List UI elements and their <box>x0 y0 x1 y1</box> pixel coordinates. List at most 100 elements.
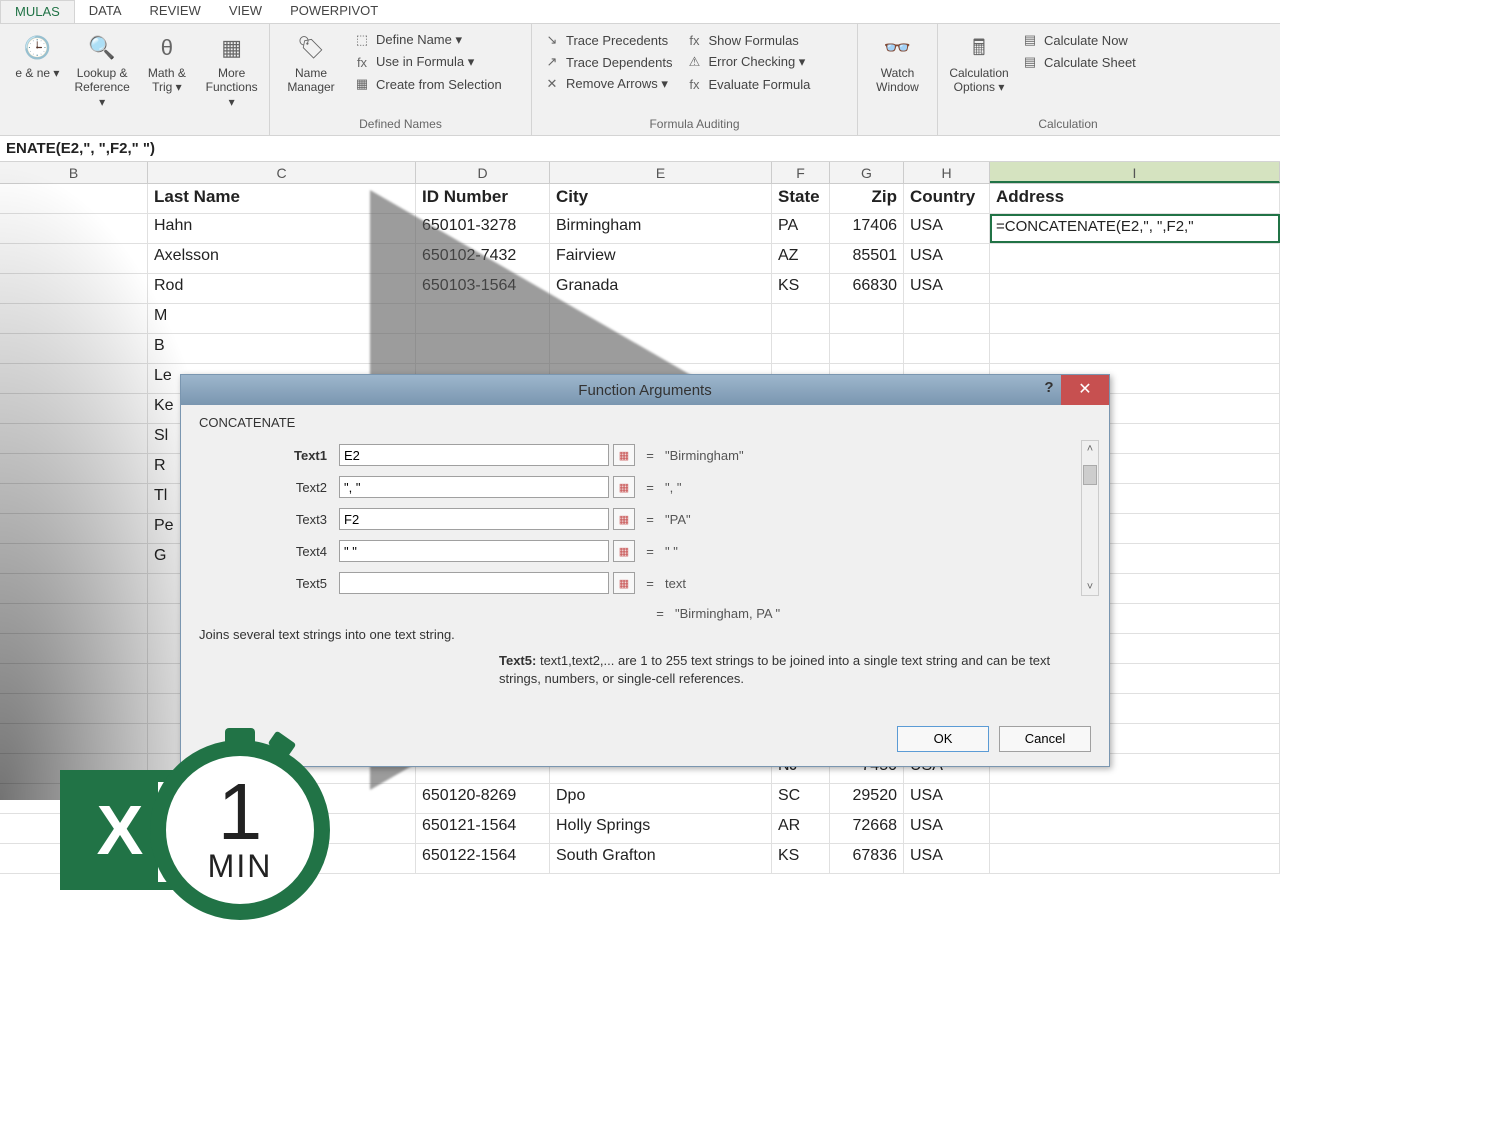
cell[interactable] <box>0 664 148 693</box>
cell[interactable]: Dpo <box>550 784 772 813</box>
arg-input[interactable] <box>339 572 609 594</box>
col-header-i[interactable]: I <box>990 162 1280 183</box>
col-header-d[interactable]: D <box>416 162 550 183</box>
dialog-close-button[interactable]: ✕ <box>1061 375 1109 405</box>
cell[interactable]: 650121-1564 <box>416 814 550 843</box>
cell[interactable]: Holly Springs <box>550 814 772 843</box>
cell[interactable]: Fairview <box>550 244 772 273</box>
btn-name-manager[interactable]: 🏷Name Manager <box>278 28 344 95</box>
dialog-help-button[interactable]: ? <box>1037 379 1061 396</box>
arg-input[interactable] <box>339 508 609 530</box>
col-header-f[interactable]: F <box>772 162 830 183</box>
cell[interactable]: KS <box>772 274 830 303</box>
btn-evaluate-formula[interactable]: fxEvaluate Formula <box>682 74 814 94</box>
cell[interactable]: Granada <box>550 274 772 303</box>
cell[interactable]: City <box>550 184 772 213</box>
cell[interactable]: USA <box>904 274 990 303</box>
ok-button[interactable]: OK <box>897 726 989 752</box>
col-header-e[interactable]: E <box>550 162 772 183</box>
btn-calc-options[interactable]: 🖩Calculation Options ▾ <box>946 28 1012 95</box>
cell[interactable]: USA <box>904 844 990 873</box>
cell[interactable] <box>0 574 148 603</box>
range-selector-icon[interactable]: ▦ <box>613 444 635 466</box>
btn-show-formulas[interactable]: fxShow Formulas <box>682 30 814 50</box>
cell[interactable] <box>416 334 550 363</box>
formula-bar[interactable]: ENATE(E2,", ",F2," ") <box>0 136 1280 162</box>
cell[interactable] <box>990 274 1280 303</box>
cell[interactable] <box>990 784 1280 813</box>
cell[interactable]: 650103-1564 <box>416 274 550 303</box>
btn-remove-arrows[interactable]: ✕Remove Arrows ▾ <box>540 74 676 94</box>
cell[interactable]: Last Name <box>148 184 416 213</box>
col-header-h[interactable]: H <box>904 162 990 183</box>
col-header-b[interactable]: B <box>0 162 148 183</box>
cell[interactable]: 66830 <box>830 274 904 303</box>
cell[interactable] <box>0 424 148 453</box>
cell[interactable]: USA <box>904 814 990 843</box>
cell[interactable] <box>772 304 830 333</box>
btn-calc-now[interactable]: ▤Calculate Now <box>1018 30 1140 50</box>
cell[interactable]: Country <box>904 184 990 213</box>
cell[interactable] <box>550 304 772 333</box>
cell[interactable]: 72668 <box>830 814 904 843</box>
cell[interactable]: Axelsson <box>148 244 416 273</box>
cell[interactable] <box>0 364 148 393</box>
cell[interactable]: USA <box>904 214 990 243</box>
cell[interactable] <box>0 454 148 483</box>
cell[interactable] <box>416 304 550 333</box>
scroll-up-icon[interactable]: ˄ <box>1085 441 1095 457</box>
btn-calc-sheet[interactable]: ▤Calculate Sheet <box>1018 52 1140 72</box>
scroll-down-icon[interactable]: ˅ <box>1085 579 1095 595</box>
tab-data[interactable]: DATA <box>75 0 136 23</box>
cancel-button[interactable]: Cancel <box>999 726 1091 752</box>
cell[interactable]: 85501 <box>830 244 904 273</box>
cell[interactable] <box>830 304 904 333</box>
cell[interactable] <box>904 334 990 363</box>
cell[interactable]: 17406 <box>830 214 904 243</box>
arg-input[interactable] <box>339 444 609 466</box>
range-selector-icon[interactable]: ▦ <box>613 476 635 498</box>
range-selector-icon[interactable]: ▦ <box>613 572 635 594</box>
btn-create-from-selection[interactable]: ▦Create from Selection <box>350 74 506 94</box>
cell[interactable] <box>0 184 148 213</box>
cell[interactable]: 650120-8269 <box>416 784 550 813</box>
cell[interactable]: PA <box>772 214 830 243</box>
scroll-thumb[interactable] <box>1083 465 1097 485</box>
btn-more-func[interactable]: ▦More Functions ▾ <box>202 28 261 109</box>
cell[interactable]: Birmingham <box>550 214 772 243</box>
cell[interactable]: State <box>772 184 830 213</box>
cell[interactable] <box>0 634 148 663</box>
cell[interactable] <box>990 844 1280 873</box>
btn-date-time[interactable]: 🕒e & ne ▾ <box>8 28 67 80</box>
cell[interactable] <box>0 484 148 513</box>
cell[interactable]: AR <box>772 814 830 843</box>
cell[interactable]: ID Number <box>416 184 550 213</box>
cell[interactable] <box>0 244 148 273</box>
cell[interactable] <box>990 304 1280 333</box>
cell[interactable]: 650101-3278 <box>416 214 550 243</box>
cell[interactable]: USA <box>904 784 990 813</box>
col-header-c[interactable]: C <box>148 162 416 183</box>
cell[interactable]: KS <box>772 844 830 873</box>
cell[interactable] <box>990 334 1280 363</box>
cell[interactable] <box>550 334 772 363</box>
btn-use-in-formula[interactable]: fxUse in Formula ▾ <box>350 52 506 72</box>
cell[interactable] <box>0 274 148 303</box>
arg-input[interactable] <box>339 540 609 562</box>
btn-math[interactable]: θMath & Trig ▾ <box>138 28 197 95</box>
cell[interactable] <box>904 304 990 333</box>
cell[interactable]: 67836 <box>830 844 904 873</box>
cell[interactable]: SC <box>772 784 830 813</box>
cell[interactable]: USA <box>904 244 990 273</box>
btn-trace-precedents[interactable]: ↘Trace Precedents <box>540 30 676 50</box>
tab-powerpivot[interactable]: POWERPIVOT <box>276 0 392 23</box>
cell[interactable] <box>0 334 148 363</box>
cell[interactable]: 29520 <box>830 784 904 813</box>
cell[interactable]: 650102-7432 <box>416 244 550 273</box>
tab-review[interactable]: REVIEW <box>136 0 215 23</box>
cell[interactable] <box>772 334 830 363</box>
btn-watch-window[interactable]: 👓Watch Window <box>866 28 929 95</box>
arg-input[interactable] <box>339 476 609 498</box>
cell[interactable] <box>990 244 1280 273</box>
cell[interactable]: B <box>148 334 416 363</box>
